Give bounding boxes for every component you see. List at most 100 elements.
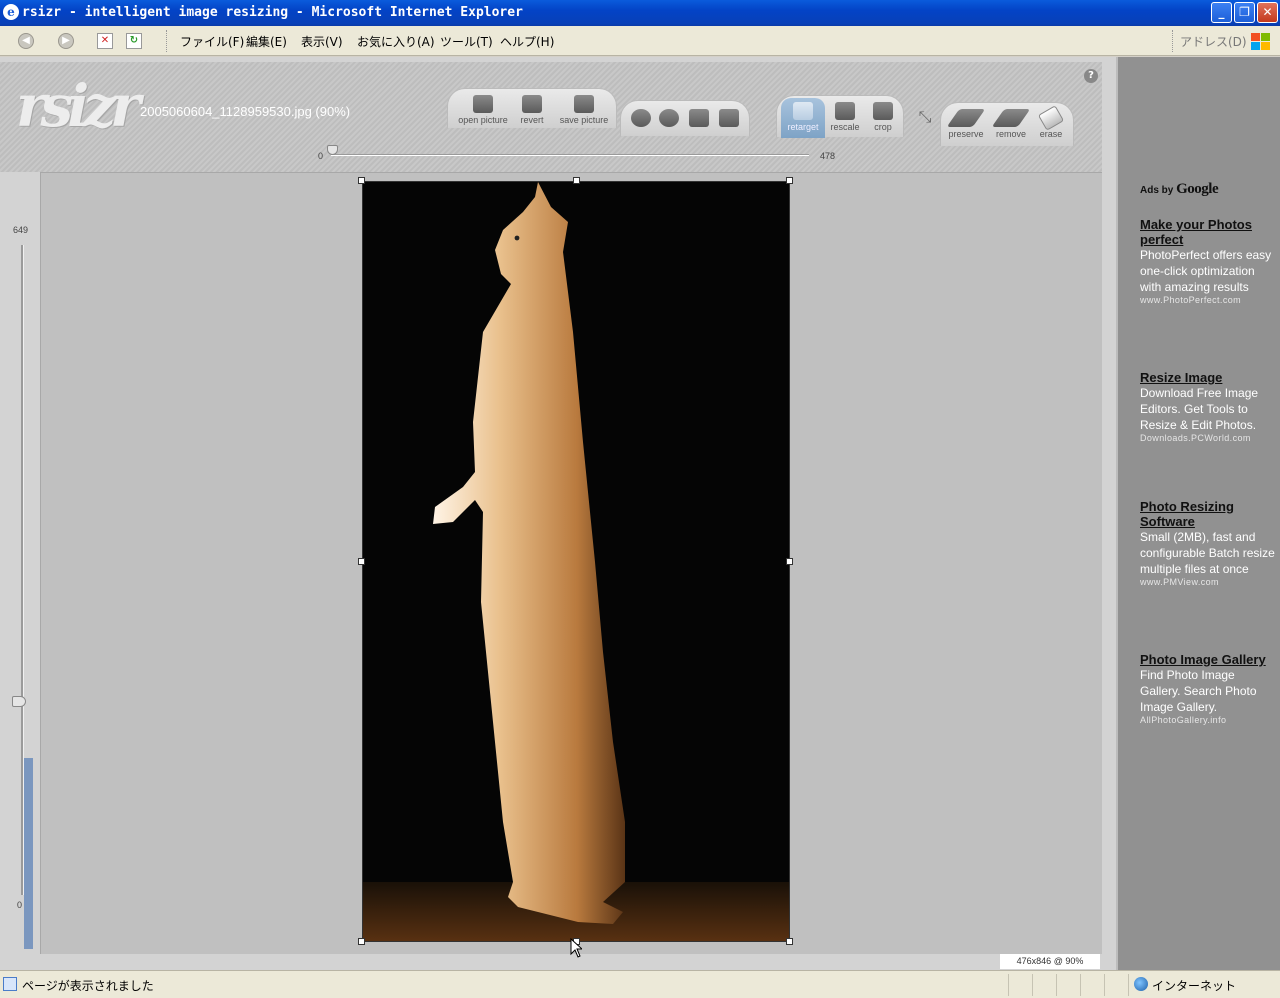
mode-tools-group: retarget rescale crop xyxy=(776,95,904,138)
ad-title[interactable]: Photo Image Gallery xyxy=(1140,652,1278,667)
preserve-button[interactable]: preserve xyxy=(943,109,989,139)
menu-help[interactable]: ヘルプ(H) xyxy=(500,33,554,50)
window-title: rsizr - intelligent image resizing - Mic… xyxy=(22,5,523,20)
zoom-out-icon xyxy=(659,109,679,127)
crop-button[interactable]: crop xyxy=(865,102,901,132)
stop-icon[interactable]: ✕ xyxy=(97,33,113,49)
page-content: rsizr 2005060604_1128959530.jpg (90%) ? … xyxy=(0,57,1280,970)
ad-item[interactable]: Photo Image Gallery Find Photo Image Gal… xyxy=(1140,652,1278,725)
save-picture-button[interactable]: save picture xyxy=(554,95,614,125)
ad-title[interactable]: Photo Resizing Software xyxy=(1140,499,1278,529)
folder-open-icon xyxy=(473,95,493,113)
size-readout: 476x846 @ 90% xyxy=(1000,954,1100,969)
menu-view[interactable]: 表示(V) xyxy=(301,33,343,50)
resize-handle-se[interactable] xyxy=(786,938,793,945)
ad-body: PhotoPerfect offers easy one-click optim… xyxy=(1140,248,1272,294)
ad-item[interactable]: Resize Image Download Free Image Editors… xyxy=(1140,370,1278,443)
ads-sidebar: Ads by Google Make your Photos perfect P… xyxy=(1116,57,1280,970)
resize-handle-nw[interactable] xyxy=(358,177,365,184)
ad-url[interactable]: Downloads.PCWorld.com xyxy=(1140,433,1278,443)
back-icon[interactable]: ◀ xyxy=(18,33,34,49)
zoom-in-icon xyxy=(631,109,651,127)
height-slider-min: 0 xyxy=(17,900,23,910)
remove-button[interactable]: remove xyxy=(989,109,1033,139)
ie-logo-icon: e xyxy=(3,4,19,20)
status-cell xyxy=(1032,974,1033,996)
rsizr-retarget-icon xyxy=(793,102,813,120)
minimize-button[interactable]: _ xyxy=(1211,2,1232,23)
cat-photo[interactable] xyxy=(362,181,790,942)
google-logo: Google xyxy=(1176,181,1219,197)
rotate-left-button[interactable] xyxy=(685,109,713,127)
ad-title[interactable]: Resize Image xyxy=(1140,370,1278,385)
height-slider-thumb[interactable] xyxy=(12,696,26,707)
resize-handle-n[interactable] xyxy=(573,177,580,184)
ad-body: Small (2MB), fast and configurable Batch… xyxy=(1140,530,1275,576)
menu-favorites[interactable]: お気に入り(A) xyxy=(357,33,435,50)
menu-edit[interactable]: 編集(E) xyxy=(246,33,287,50)
file-tools-group: open picture revert save picture xyxy=(447,88,617,128)
width-slider-track[interactable] xyxy=(331,154,809,156)
image-filename: 2005060604_1128959530.jpg (90%) xyxy=(140,104,351,119)
ad-url[interactable]: www.PhotoPerfect.com xyxy=(1140,295,1278,305)
erase-button[interactable]: erase xyxy=(1031,105,1071,139)
width-slider-max: 478 xyxy=(820,151,836,161)
height-slider-fill xyxy=(24,758,33,949)
brush-tools-group: preserve remove erase xyxy=(940,102,1074,146)
retarget-button[interactable]: retarget xyxy=(781,98,825,138)
menu-bar: ◀ ▶ ✕ ↻ ファイル(F) 編集(E) 表示(V) お気に入り(A) ツール… xyxy=(0,26,1280,56)
title-bar: e rsizr - intelligent image resizing - M… xyxy=(0,0,1280,26)
address-label[interactable]: アドレス(D) xyxy=(1180,33,1247,50)
ad-body: Find Photo Image Gallery. Search Photo I… xyxy=(1140,668,1257,714)
revert-arrows-icon xyxy=(522,95,542,113)
crop-icon xyxy=(873,102,893,120)
open-picture-button[interactable]: open picture xyxy=(456,95,510,125)
view-tools-group xyxy=(620,100,750,136)
menu-tools[interactable]: ツール(T) xyxy=(440,33,493,50)
forward-icon[interactable]: ▶ xyxy=(58,33,74,49)
menu-file[interactable]: ファイル(F) xyxy=(180,33,244,50)
floppy-disk-icon xyxy=(574,95,594,113)
height-slider-max: 649 xyxy=(13,225,29,235)
refresh-icon[interactable]: ↻ xyxy=(126,33,142,49)
menu-separator xyxy=(1172,30,1174,52)
internet-globe-icon xyxy=(1134,977,1148,991)
rsizr-logo: rsizr xyxy=(16,72,141,140)
zoom-out-button[interactable] xyxy=(655,109,683,127)
zoom-in-button[interactable] xyxy=(627,109,655,127)
ad-item[interactable]: Make your Photos perfect PhotoPerfect of… xyxy=(1140,217,1278,305)
page-icon xyxy=(3,977,17,991)
mouse-cursor-icon xyxy=(570,938,582,958)
menu-separator xyxy=(166,30,168,52)
status-text: ページが表示されました xyxy=(22,979,154,993)
close-button[interactable]: ✕ xyxy=(1257,2,1278,23)
resize-handle-sw[interactable] xyxy=(358,938,365,945)
remove-brush-icon xyxy=(991,109,1031,127)
ad-body: Download Free Image Editors. Get Tools t… xyxy=(1140,386,1259,432)
preserve-brush-icon xyxy=(946,109,986,127)
security-zone: インターネット xyxy=(1152,979,1237,993)
status-bar: ページが表示されました インターネット xyxy=(0,970,1280,998)
resize-handle-w[interactable] xyxy=(358,558,365,565)
windows-flag-icon xyxy=(1249,31,1271,51)
status-cell xyxy=(1008,974,1009,996)
status-cell xyxy=(1104,974,1105,996)
expand-button[interactable]: ⤡ xyxy=(910,108,940,126)
ads-by-google[interactable]: Ads by Google xyxy=(1140,181,1219,198)
resize-handle-ne[interactable] xyxy=(786,177,793,184)
rotate-right-icon xyxy=(719,109,739,127)
rotate-right-button[interactable] xyxy=(715,109,743,127)
rescale-icon xyxy=(835,102,855,120)
rotate-left-icon xyxy=(689,109,709,127)
ad-url[interactable]: www.PMView.com xyxy=(1140,577,1278,587)
ad-item[interactable]: Photo Resizing Software Small (2MB), fas… xyxy=(1140,499,1278,587)
expand-arrows-icon: ⤡ xyxy=(918,107,932,126)
status-cell xyxy=(1056,974,1057,996)
resize-handle-e[interactable] xyxy=(786,558,793,565)
ad-url[interactable]: AllPhotoGallery.info xyxy=(1140,715,1278,725)
rescale-button[interactable]: rescale xyxy=(825,102,865,132)
ad-title[interactable]: Make your Photos perfect xyxy=(1140,217,1278,247)
maximize-button[interactable]: ❐ xyxy=(1234,2,1255,23)
revert-button[interactable]: revert xyxy=(514,95,550,125)
help-icon[interactable]: ? xyxy=(1084,69,1098,83)
